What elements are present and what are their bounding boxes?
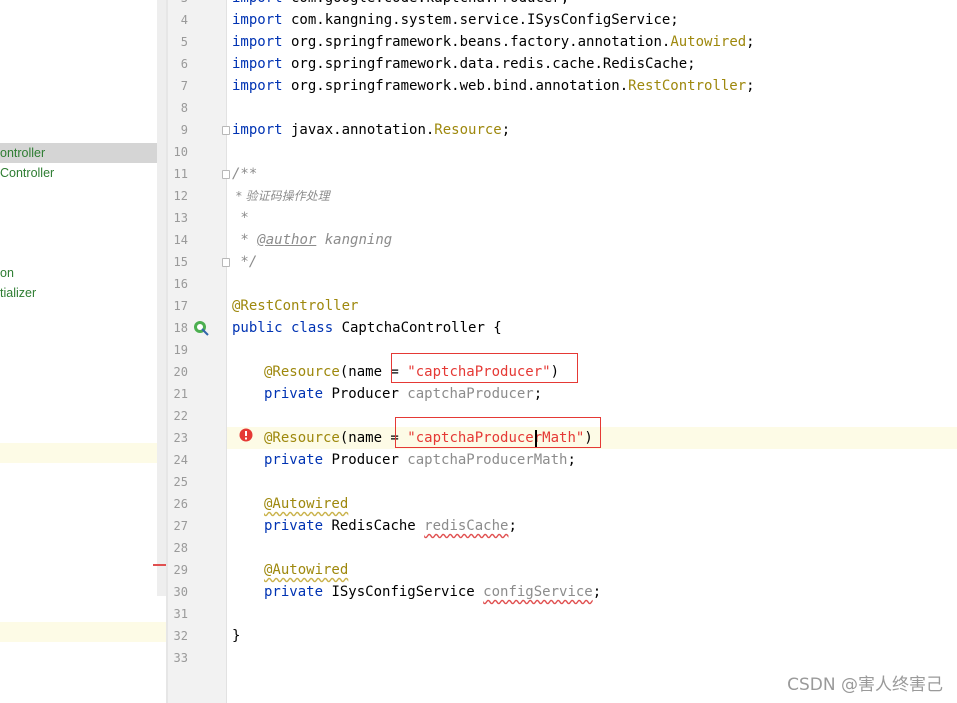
code-line-9[interactable]: import javax.annotation.Resource;: [232, 119, 510, 141]
code-line-5[interactable]: import org.springframework.beans.factory…: [232, 31, 755, 53]
code-line-24[interactable]: private Producer captchaProducerMath;: [264, 449, 576, 471]
tree-item-controller[interactable]: Controller: [0, 163, 54, 183]
code-line-30[interactable]: private ISysConfigService configService;: [264, 581, 601, 603]
line-number: 16: [173, 277, 188, 291]
code-line-13[interactable]: *: [232, 207, 248, 229]
highlight-box-captcha-producer: [391, 353, 578, 383]
fold-marker-icon[interactable]: [222, 126, 230, 135]
error-icon[interactable]: [239, 428, 253, 442]
line-number: 14: [173, 233, 188, 247]
line-number: 30: [173, 585, 188, 599]
code-line-18[interactable]: public class CaptchaController {: [232, 317, 502, 339]
line-number: 31: [173, 607, 188, 621]
line-number: 23: [173, 431, 188, 445]
tree-current-line-highlight: [0, 443, 166, 463]
tree-item-initializer[interactable]: tializer: [0, 283, 36, 303]
line-number: 18: [173, 321, 188, 335]
tree-item-captcha-controller[interactable]: ontroller: [0, 143, 166, 163]
code-line-11[interactable]: /**: [232, 163, 257, 185]
watermark: CSDN @害人终害己: [787, 675, 943, 695]
line-number: 26: [173, 497, 188, 511]
tree-item-application[interactable]: on: [0, 263, 14, 283]
spring-bean-icon[interactable]: [193, 320, 209, 336]
code-line-12[interactable]: * 验证码操作处理: [232, 185, 330, 207]
code-line-15[interactable]: */: [232, 251, 257, 273]
line-number: 5: [180, 35, 188, 49]
line-number: 19: [173, 343, 188, 357]
line-number: 15: [173, 255, 188, 269]
line-number: 28: [173, 541, 188, 555]
code-line-17[interactable]: @RestController: [232, 295, 358, 317]
line-number: 4: [180, 13, 188, 27]
line-number: 17: [173, 299, 188, 313]
code-line-21[interactable]: private Producer captchaProducer;: [264, 383, 542, 405]
code-line-6[interactable]: import org.springframework.data.redis.ca…: [232, 53, 696, 75]
line-number: 24: [173, 453, 188, 467]
line-number: 9: [180, 123, 188, 137]
error-stripe-mark: [153, 564, 166, 566]
line-number: 10: [173, 145, 188, 159]
line-number: 11: [173, 167, 188, 181]
line-number: 21: [173, 387, 188, 401]
line-number: 33: [173, 651, 188, 665]
code-line-26[interactable]: @Autowired: [264, 493, 348, 515]
line-number: 6: [180, 57, 188, 71]
line-number: 12: [173, 189, 188, 203]
line-number: 22: [173, 409, 188, 423]
sidebar-scrollbar[interactable]: [157, 0, 166, 596]
line-number: 29: [173, 563, 188, 577]
code-line-7[interactable]: import org.springframework.web.bind.anno…: [232, 75, 755, 97]
code-line-3[interactable]: import com.google.code.kaptcha.Producer;: [232, 0, 569, 9]
code-line-4[interactable]: import com.kangning.system.service.ISysC…: [232, 9, 679, 31]
line-number: 8: [180, 101, 188, 115]
line-number: 20: [173, 365, 188, 379]
code-line-32[interactable]: }: [232, 625, 240, 647]
line-number: 27: [173, 519, 188, 533]
line-number: 32: [173, 629, 188, 643]
line-number: 3: [168, 0, 188, 9]
fold-marker-icon[interactable]: [222, 170, 230, 179]
line-number: 25: [173, 475, 188, 489]
code-line-27[interactable]: private RedisCache redisCache;: [264, 515, 517, 537]
project-tree-panel: ontroller Controller on tializer: [0, 0, 166, 703]
highlight-box-captcha-producer-math: [395, 417, 601, 448]
line-number: 13: [173, 211, 188, 225]
code-line-14[interactable]: * @author kangning: [232, 229, 392, 251]
line-number: 7: [180, 79, 188, 93]
fold-marker-icon[interactable]: [222, 258, 230, 267]
tree-current-line-highlight: [0, 622, 166, 642]
code-line-29[interactable]: @Autowired: [264, 559, 348, 581]
